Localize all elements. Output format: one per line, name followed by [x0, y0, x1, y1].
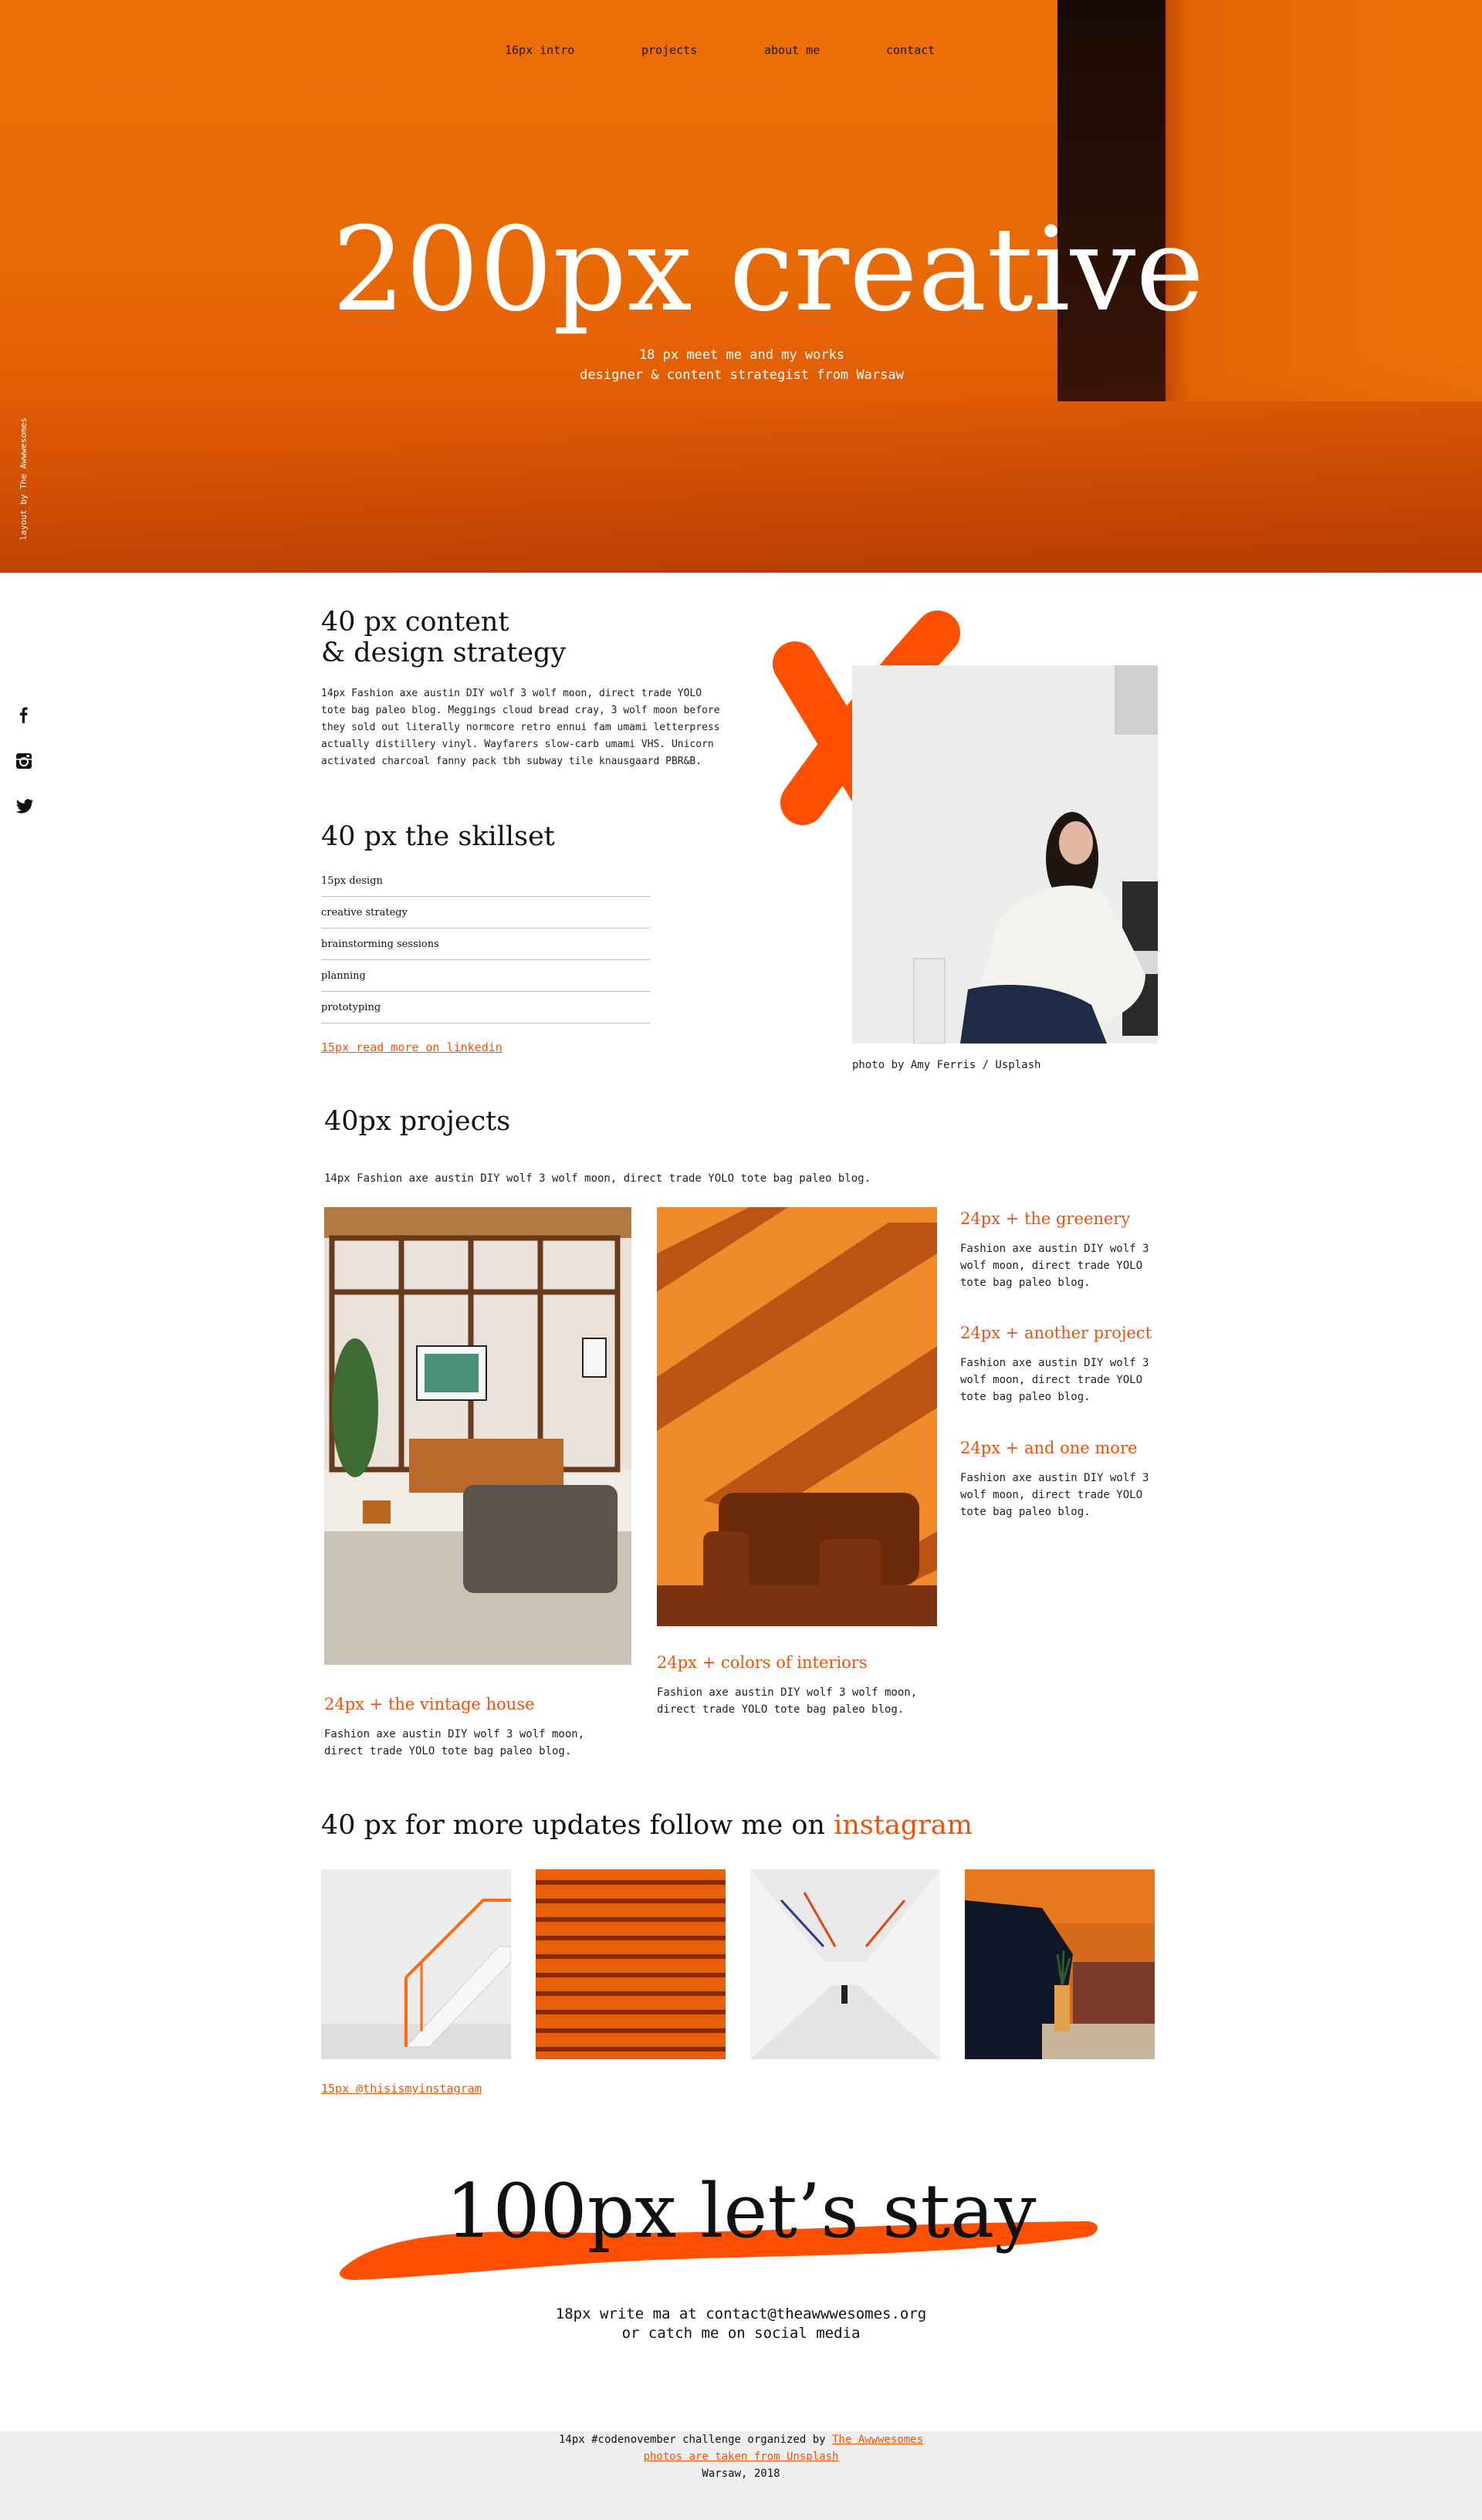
- about-paragraph: 14px Fashion axe austin DIY wolf 3 wolf …: [321, 688, 720, 767]
- twitter-icon[interactable]: [15, 798, 34, 815]
- hero-section: 16px intro projects about me contact 200…: [0, 0, 1482, 573]
- portrait-photo: [852, 665, 1158, 1044]
- instagram-photo[interactable]: [750, 1869, 940, 2059]
- footer-line-photos: photos are taken from Unsplash: [0, 2451, 1482, 2463]
- project-text: wolf moon, direct trade YOLO: [960, 1489, 1143, 1501]
- skill-item: prototyping: [321, 993, 650, 1023]
- projects-intro: 14px Fashion axe austin DIY wolf 3 wolf …: [324, 1172, 871, 1185]
- project-title[interactable]: 24px + and one more: [960, 1439, 1137, 1457]
- instagram-heading-text: 40 px for more updates follow me on: [321, 1810, 834, 1841]
- project-text: Fashion axe austin DIY wolf 3: [960, 1357, 1149, 1369]
- skill-item: 15px design: [321, 866, 650, 897]
- project-text: wolf moon, direct trade YOLO: [960, 1260, 1143, 1272]
- hero-title: 200px creative: [331, 203, 1205, 337]
- nav-item-intro[interactable]: 16px intro: [505, 43, 574, 57]
- linkedin-link[interactable]: 15px read more on linkedin: [321, 1040, 502, 1054]
- instagram-photo[interactable]: [965, 1869, 1155, 2059]
- skill-item: creative strategy: [321, 898, 650, 929]
- skill-item: brainstorming sessions: [321, 929, 650, 960]
- instagram-photo[interactable]: [536, 1869, 726, 2059]
- project-text: tote bag paleo blog.: [960, 1506, 1091, 1518]
- footer-organizer-text: 14px #codenovember challenge organized b…: [558, 2434, 832, 2446]
- hero-subtitle-line2: designer & content strategist from Warsa…: [580, 367, 904, 383]
- projects-heading: 40px projects: [324, 1106, 511, 1137]
- project-text: tote bag paleo blog.: [960, 1277, 1091, 1289]
- project-title[interactable]: 24px + colors of interiors: [657, 1653, 868, 1672]
- nav-item-contact[interactable]: contact: [886, 43, 935, 57]
- project-image-vintage-house[interactable]: [324, 1207, 631, 1665]
- footer: 14px #codenovember challenge organized b…: [0, 2431, 1482, 2520]
- project-title[interactable]: 24px + the vintage house: [324, 1695, 535, 1713]
- instagram-handle-link[interactable]: 15px @thisismyinstagram: [321, 2082, 482, 2095]
- top-nav: 16px intro projects about me contact: [0, 43, 1482, 59]
- project-text: Fashion axe austin DIY wolf 3 wolf moon,: [324, 1728, 585, 1740]
- instagram-heading-accent[interactable]: instagram: [834, 1810, 973, 1841]
- nav-item-about[interactable]: about me: [764, 43, 820, 57]
- instagram-heading: 40 px for more updates follow me on inst…: [321, 1810, 973, 1841]
- instagram-icon[interactable]: [15, 753, 32, 770]
- skills-heading: 40 px the skillset: [321, 821, 555, 852]
- project-title[interactable]: 24px + the greenery: [960, 1209, 1130, 1228]
- project-image-colors-of-interiors[interactable]: [657, 1207, 937, 1626]
- footer-awwwesomes-link[interactable]: The Awwwesomes: [832, 2434, 923, 2446]
- project-text: direct trade YOLO tote bag paleo blog.: [324, 1745, 572, 1757]
- footer-unsplash-link[interactable]: photos are taken from Unsplash: [644, 2451, 839, 2463]
- skill-item: planning: [321, 961, 650, 992]
- project-text: Fashion axe austin DIY wolf 3 wolf moon,: [657, 1686, 918, 1699]
- contact-big-title: 100px let’s stay: [445, 2168, 1037, 2254]
- facebook-icon[interactable]: [15, 706, 32, 723]
- project-text: wolf moon, direct trade YOLO: [960, 1374, 1143, 1386]
- about-heading-line2: & design strategy: [321, 638, 567, 668]
- project-text: Fashion axe austin DIY wolf 3: [960, 1243, 1149, 1255]
- nav-item-projects[interactable]: projects: [641, 43, 697, 57]
- project-title[interactable]: 24px + another project: [960, 1324, 1152, 1342]
- photo-caption: photo by Amy Ferris / Usplash: [852, 1059, 1041, 1071]
- contact-email-line[interactable]: 18px write ma at contact@theawwwesomes.o…: [0, 2305, 1482, 2322]
- project-text: Fashion axe austin DIY wolf 3: [960, 1472, 1149, 1484]
- layout-credit: layout by The Awwwesomes: [19, 418, 29, 540]
- about-heading-line1: 40 px content: [321, 607, 509, 638]
- footer-line-location: Warsaw, 2018: [702, 2468, 780, 2480]
- instagram-photo[interactable]: [321, 1869, 511, 2059]
- project-text: tote bag paleo blog.: [960, 1391, 1091, 1403]
- hero-subtitle-line1: 18 px meet me and my works: [638, 347, 845, 363]
- contact-social-line: or catch me on social media: [621, 2325, 861, 2342]
- project-text: direct trade YOLO tote bag paleo blog.: [657, 1703, 905, 1716]
- footer-line-organizer: 14px #codenovember challenge organized b…: [0, 2434, 1482, 2446]
